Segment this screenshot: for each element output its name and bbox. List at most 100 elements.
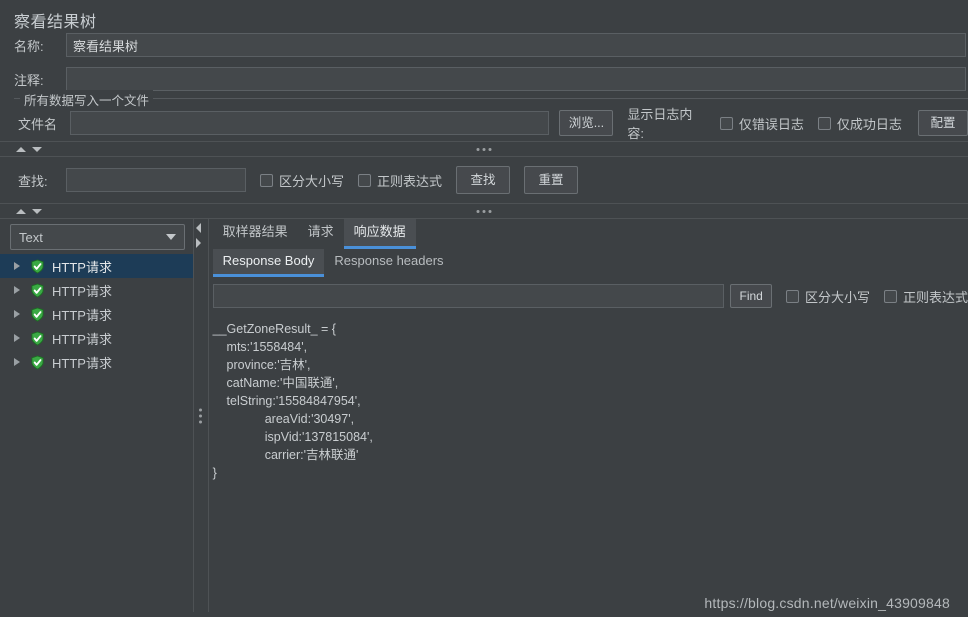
grip-dot [482,209,486,213]
subtab-response-headers[interactable]: Response headers [324,249,453,277]
filename-row: 文件名 浏览... 显示日志内容: 仅错误日志 仅成功日志 配置 [14,99,968,141]
successes-only-label: 仅成功日志 [836,116,902,132]
case-sensitive-checkbox[interactable] [260,173,273,187]
grip-dot [488,147,492,151]
splitter-middle-arrows[interactable] [16,208,42,214]
page-title-text: 察看结果树 [14,14,97,31]
collapse-up-icon[interactable] [16,208,26,214]
case-sensitive-label: 区分大小写 [279,173,345,189]
tree-item-http-request[interactable]: HTTP请求 [0,278,193,302]
chevron-right-icon[interactable] [14,358,20,366]
case-sensitive-checkbox-wrap[interactable]: 区分大小写 [260,171,344,190]
response-regex-label: 正则表达式 [902,289,968,305]
renderer-select-value: Text [19,229,43,245]
splitter-top-arrows[interactable] [16,146,42,152]
response-find-row: Find 区分大小写 正则表达式 [209,277,968,312]
successes-only-checkbox-wrap[interactable]: 仅成功日志 [817,114,902,133]
collapse-down-icon[interactable] [32,146,42,152]
collapse-left-icon[interactable] [195,223,201,233]
chevron-down-icon[interactable] [165,234,176,240]
errors-only-checkbox-wrap[interactable]: 仅错误日志 [719,114,804,133]
regex-checkbox[interactable] [358,173,372,187]
tree-item-label: HTTP请求 [52,283,112,299]
tree-item-label: HTTP请求 [52,355,112,371]
success-shield-icon [31,282,44,298]
log-display-label: 显示日志内容: [627,107,693,141]
main-content: Text HTTP请求 HTTP请求 HTTP请求 HTTP请求 HTTP请求 … [0,219,968,612]
grip-dot [198,414,202,417]
regex-label: 正则表达式 [377,173,443,189]
write-all-data-to-file-group: 所有数据写入一个文件 文件名 浏览... 显示日志内容: 仅错误日志 仅成功日志… [14,90,968,141]
results-tree[interactable]: HTTP请求 HTTP请求 HTTP请求 HTTP请求 HTTP请求 [0,254,193,612]
tree-item-http-request[interactable]: HTTP请求 [0,350,193,374]
grip-dot [476,147,480,151]
collapse-up-icon[interactable] [16,146,26,152]
response-body-text[interactable]: __GetZoneResult_ = { mts:'1558484', prov… [209,312,968,612]
find-label: 查找: [18,173,48,189]
vertical-splitter-grip[interactable] [198,408,202,423]
renderer-select[interactable]: Text [10,224,185,250]
configure-button[interactable]: 配置 [917,110,968,136]
successes-only-checkbox[interactable] [817,116,831,130]
comment-input[interactable] [66,67,966,91]
search-bar-row: 查找: 区分大小写 正则表达式 查找 重置 [0,157,968,203]
results-tree-pane: Text HTTP请求 HTTP请求 HTTP请求 HTTP请求 HTTP请求 [0,219,193,612]
response-regex-checkbox[interactable] [883,289,897,303]
errors-only-checkbox[interactable] [719,116,733,130]
filename-input[interactable] [70,111,550,135]
response-regex-checkbox-wrap[interactable]: 正则表达式 [883,287,968,306]
response-find-input[interactable] [212,284,725,308]
name-input[interactable] [66,33,966,57]
chevron-right-icon[interactable] [14,286,20,294]
splitter-middle-grip[interactable] [476,209,492,213]
name-label: 名称: [14,38,44,54]
write-all-data-to-file-group-title: 所有数据写入一个文件 [20,90,154,109]
grip-dot [198,420,202,423]
grip-dot [482,147,486,151]
watermark: https://blog.csdn.net/weixin_43909848 [704,595,950,611]
success-shield-icon [31,330,44,346]
page-title: 察看结果树 [0,0,968,31]
filename-label: 文件名 [18,116,58,132]
errors-only-label: 仅错误日志 [738,116,804,132]
splitter-top-grip[interactable] [476,147,492,151]
result-detail-pane: 取样器结果 请求 响应数据 Response Body Response hea… [208,219,968,612]
response-case-sensitive-checkbox[interactable] [785,289,799,303]
find-button[interactable]: 查找 [456,166,511,194]
regex-checkbox-wrap[interactable]: 正则表达式 [358,171,442,190]
tree-item-label: HTTP请求 [52,307,112,323]
success-shield-icon [31,258,44,274]
tree-item-http-request[interactable]: HTTP请求 [0,302,193,326]
collapse-right-icon[interactable] [195,238,201,248]
browse-button[interactable]: 浏览... [559,110,614,136]
splitter-top[interactable] [0,141,968,157]
find-input[interactable] [66,168,246,192]
response-case-sensitive-label: 区分大小写 [804,289,870,305]
success-shield-icon [31,354,44,370]
chevron-right-icon[interactable] [14,262,20,270]
tab-sampler-result[interactable]: 取样器结果 [213,219,298,249]
grip-dot [488,209,492,213]
tree-item-http-request[interactable]: HTTP请求 [0,254,193,278]
response-case-sensitive-checkbox-wrap[interactable]: 区分大小写 [785,287,870,306]
name-row: 名称: [0,28,968,62]
success-shield-icon [31,306,44,322]
reset-button[interactable]: 重置 [524,166,579,194]
response-subtabs: Response Body Response headers [209,249,968,277]
grip-dot [198,408,202,411]
vertical-splitter-arrows[interactable] [195,223,201,248]
result-tabs: 取样器结果 请求 响应数据 [209,219,968,249]
view-results-tree-window: 察看结果树 名称: 注释: 所有数据写入一个文件 文件名 浏览... 显示日志内… [0,0,968,617]
collapse-down-icon[interactable] [32,208,42,214]
subtab-response-body[interactable]: Response Body [212,249,325,277]
tree-item-http-request[interactable]: HTTP请求 [0,326,193,350]
vertical-splitter[interactable] [192,219,209,612]
splitter-middle[interactable] [0,203,968,219]
chevron-right-icon[interactable] [14,310,20,318]
tab-request[interactable]: 请求 [298,219,344,249]
comment-label: 注释: [14,72,44,88]
response-find-button[interactable]: Find [730,284,772,308]
chevron-right-icon[interactable] [14,334,20,342]
tab-response-data[interactable]: 响应数据 [343,219,416,249]
tree-item-label: HTTP请求 [52,331,112,347]
